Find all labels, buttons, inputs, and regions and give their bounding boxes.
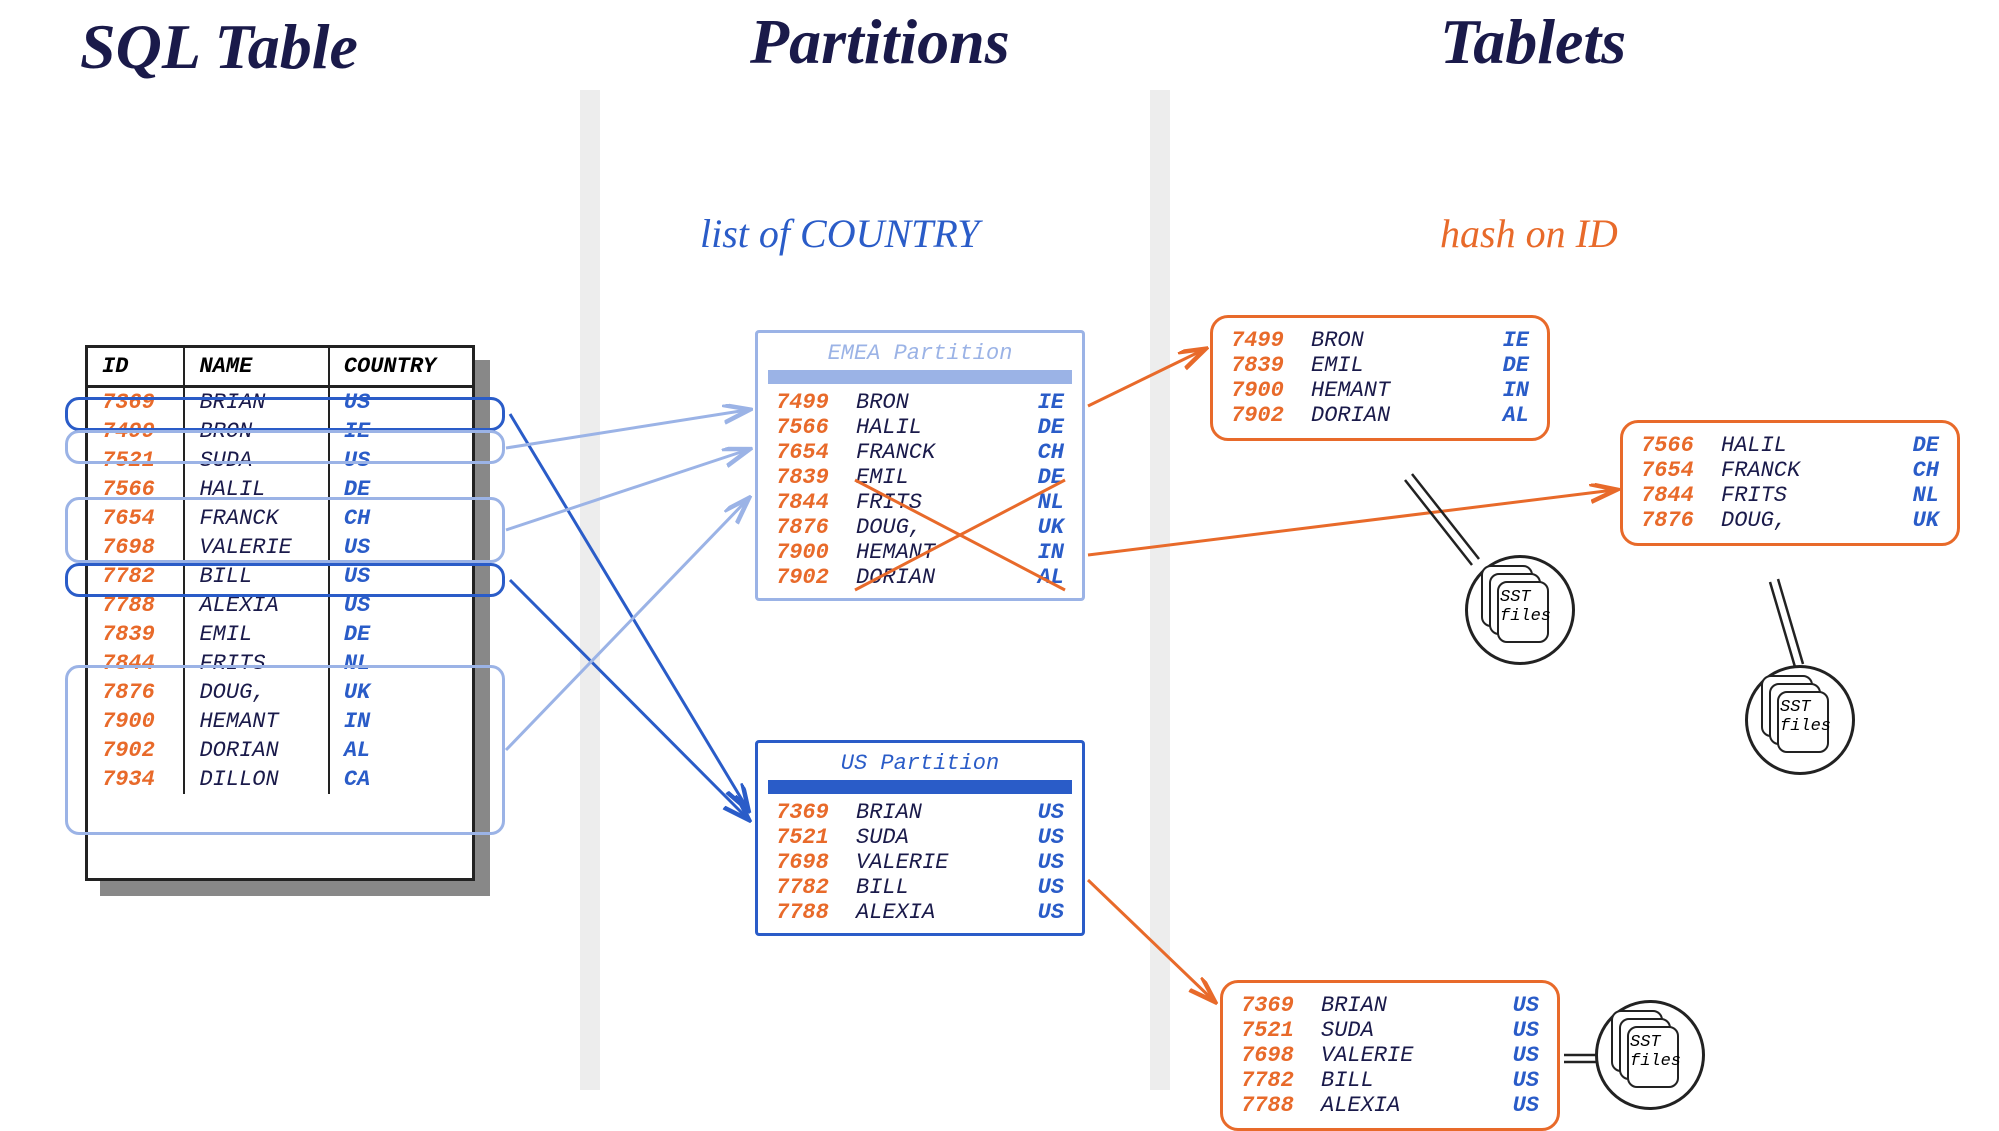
table-row: 7788ALEXIAUS <box>1223 1093 1557 1118</box>
sql-table-header: ID NAME COUNTRY <box>88 348 472 387</box>
table-row: 7839EMILDE <box>88 620 472 649</box>
table-row: 7844FRITSNL <box>88 649 472 678</box>
table-row: 7782BILLUS <box>88 562 472 591</box>
table-row: 7566HALILDE <box>88 475 472 504</box>
tablet-2: 7566HALILDE7654FRANCKCH7844FRITSNL7876DO… <box>1620 420 1960 546</box>
table-row: 7900HEMANTIN <box>758 540 1082 565</box>
table-row: 7654FRANCKCH <box>1623 458 1957 483</box>
table-row: 7788ALEXIAUS <box>758 900 1082 925</box>
table-row: 7369BRIANUS <box>758 800 1082 825</box>
table-row: 7782BILLUS <box>758 875 1082 900</box>
heading-partitions: Partitions <box>750 5 1010 79</box>
partition-us: US Partition 7369BRIANUS7521SUDAUS7698VA… <box>755 740 1085 936</box>
partition-us-bar <box>768 780 1072 794</box>
table-row: 7844FRITSNL <box>758 490 1082 515</box>
tablet-1: 7499BRONIE7839EMILDE7900HEMANTIN7902DORI… <box>1210 315 1550 441</box>
sst-files-2: SSTfiles <box>1745 665 1855 775</box>
table-row: 7900HEMANTIN <box>1213 378 1547 403</box>
table-row: 7839EMILDE <box>758 465 1082 490</box>
table-row: 7521SUDAUS <box>88 446 472 475</box>
sql-col-country: COUNTRY <box>329 348 472 387</box>
table-row: 7499BRONIE <box>1213 328 1547 353</box>
heading-tablets: Tablets <box>1440 5 1626 79</box>
table-row: 7788ALEXIAUS <box>88 591 472 620</box>
table-row: 7902DORIANAL <box>1213 403 1547 428</box>
table-row: 7369BRIANUS <box>1223 993 1557 1018</box>
table-row: 7839EMILDE <box>1213 353 1547 378</box>
subheading-tablets: hash on ID <box>1440 210 1618 257</box>
sql-table-box: ID NAME COUNTRY 7369BRIANUS7499BRONIE752… <box>85 345 475 881</box>
table-row: 7698VALERIEUS <box>1223 1043 1557 1068</box>
table-row: 7369BRIANUS <box>88 387 472 418</box>
separator-1 <box>580 90 600 1090</box>
sst-files-1: SSTfiles <box>1465 555 1575 665</box>
table-row: 7654FRANCKCH <box>758 440 1082 465</box>
table-row: 7900HEMANTIN <box>88 707 472 736</box>
partition-emea-title: EMEA Partition <box>758 341 1082 370</box>
table-row: 7521SUDAUS <box>758 825 1082 850</box>
table-row: 7698VALERIEUS <box>88 533 472 562</box>
table-row: 7566HALILDE <box>1623 433 1957 458</box>
heading-sql-table: SQL Table <box>80 10 358 84</box>
sql-col-id: ID <box>88 348 184 387</box>
table-row: 7844FRITSNL <box>1623 483 1957 508</box>
sst-files-3: SSTfiles <box>1595 1000 1705 1110</box>
separator-2 <box>1150 90 1170 1090</box>
table-row: 7566HALILDE <box>758 415 1082 440</box>
table-row: 7654FRANCKCH <box>88 504 472 533</box>
table-row: 7876DOUG,UK <box>88 678 472 707</box>
sql-col-name: NAME <box>184 348 328 387</box>
table-row: 7934DILLONCA <box>88 765 472 794</box>
partition-us-title: US Partition <box>758 751 1082 780</box>
table-row: 7698VALERIEUS <box>758 850 1082 875</box>
table-row: 7876DOUG,UK <box>1623 508 1957 533</box>
tablet-3: 7369BRIANUS7521SUDAUS7698VALERIEUS7782BI… <box>1220 980 1560 1131</box>
table-row: 7902DORIANAL <box>88 736 472 765</box>
subheading-partitions: list of COUNTRY <box>700 210 979 257</box>
table-row: 7876DOUG,UK <box>758 515 1082 540</box>
table-row: 7499BRONIE <box>88 417 472 446</box>
table-row: 7499BRONIE <box>758 390 1082 415</box>
table-row: 7521SUDAUS <box>1223 1018 1557 1043</box>
partition-emea: EMEA Partition 7499BRONIE7566HALILDE7654… <box>755 330 1085 601</box>
table-row: 7902DORIANAL <box>758 565 1082 590</box>
partition-emea-bar <box>768 370 1072 384</box>
sql-table: ID NAME COUNTRY 7369BRIANUS7499BRONIE752… <box>88 348 472 794</box>
table-row: 7782BILLUS <box>1223 1068 1557 1093</box>
